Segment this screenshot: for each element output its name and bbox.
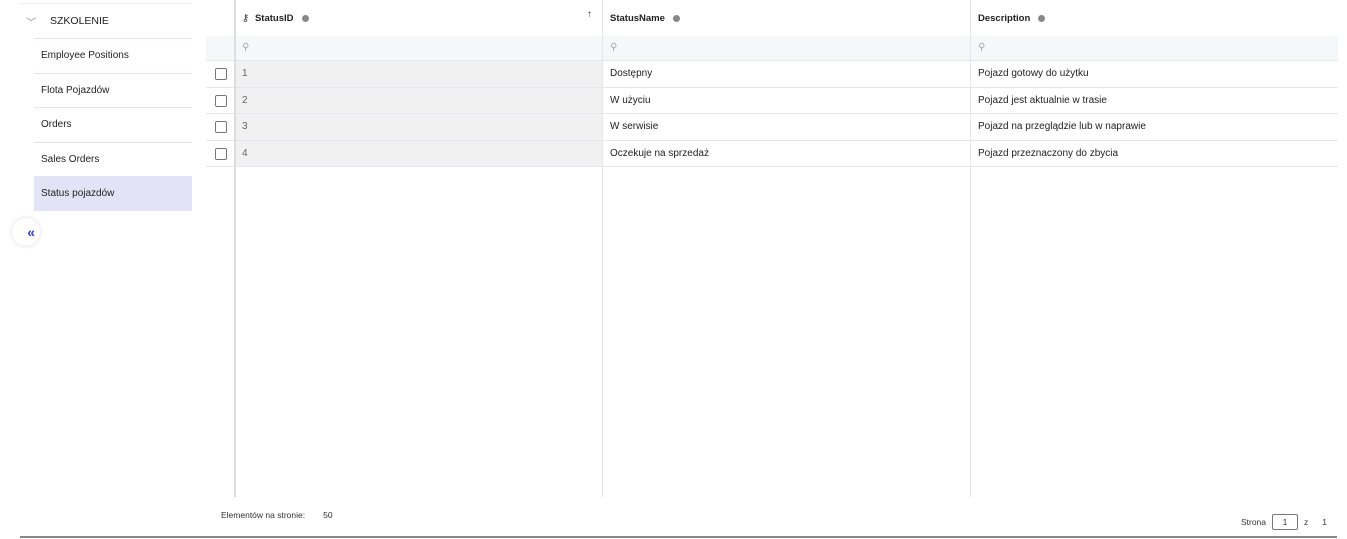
sidebar-item-status-pojazdow[interactable]: Status pojazdów [34, 176, 192, 211]
page-input[interactable]: 1 [1272, 514, 1299, 530]
page-size-select[interactable]: 50 [323, 510, 332, 520]
cell-statusname: Dostępny [610, 68, 653, 80]
cell-description: Pojazd gotowy do użytku [978, 68, 1089, 80]
column-header-statusid[interactable]: ⚷ StatusID ↑ [234, 0, 602, 36]
collapse-sidebar-button[interactable]: « [12, 218, 40, 246]
column-header-statusname[interactable]: StatusName [602, 0, 970, 36]
cell-statusname: Oczekuje na sprzedaż [610, 147, 709, 159]
cell-statusname: W serwisie [610, 121, 659, 133]
divider [602, 0, 603, 497]
row-checkbox[interactable] [215, 94, 227, 107]
group-label: SZKOLENIE [50, 15, 109, 27]
filter-row: ⚲ ⚲ ⚲ [206, 36, 1338, 61]
divider [20, 536, 1337, 538]
group-szkolenie[interactable]: ﹀ SZKOLENIE [20, 4, 192, 38]
sidebar-item-employee-positions[interactable]: Employee Positions [34, 38, 192, 73]
row-checkbox[interactable] [215, 147, 227, 160]
of-label: z [1304, 517, 1309, 527]
page-label: Strona [1240, 517, 1267, 527]
cell-statusid: 4 [234, 140, 602, 166]
cell-statusid: 1 [234, 61, 602, 87]
pagination: Strona 1 z 1 [1241, 514, 1327, 530]
sidebar-item-flota-pojazdow[interactable]: Flota Pojazdów [34, 72, 192, 108]
info-icon[interactable] [301, 14, 309, 22]
row-checkbox[interactable] [215, 68, 227, 80]
sidebar-item-orders[interactable]: Orders [34, 107, 192, 142]
page-size-label: Elementów na stronie: [221, 510, 306, 520]
row-checkbox[interactable] [215, 121, 227, 133]
key-icon: ⚷ [242, 12, 249, 24]
page-size: Elementów na stronie: 50 [221, 510, 333, 520]
sort-asc-icon[interactable]: ↑ [587, 9, 592, 20]
column-header-description[interactable]: Description [970, 0, 1338, 36]
cell-description: Pojazd na przeglądzie lub w naprawie [978, 121, 1146, 133]
table-row[interactable]: 3 W serwisie Pojazd na przeglądzie lub w… [206, 114, 1338, 141]
chevron-down-icon: ﹀ [26, 17, 36, 29]
header-label: StatusID [254, 12, 294, 24]
search-icon[interactable]: ⚲ [978, 42, 985, 53]
divider [970, 0, 971, 497]
header-label: StatusName [610, 12, 665, 24]
search-icon[interactable]: ⚲ [610, 42, 617, 53]
table-row[interactable]: 2 W użyciu Pojazd jest aktualnie w trasi… [206, 87, 1338, 114]
header-label: Description [978, 12, 1031, 24]
info-icon[interactable] [1038, 14, 1046, 22]
cell-statusid: 3 [234, 114, 602, 140]
search-icon[interactable]: ⚲ [242, 42, 249, 53]
double-chevron-left-icon: « [27, 224, 35, 240]
total-pages: 1 [1322, 517, 1327, 527]
cell-statusname: W użyciu [610, 94, 651, 106]
sidebar-item-sales-orders[interactable]: Sales Orders [34, 141, 192, 177]
info-icon[interactable] [672, 14, 680, 22]
table-row[interactable]: 1 Dostępny Pojazd gotowy do użytku [206, 61, 1338, 88]
data-grid: ⚲ ⚲ ⚲ ⚷ StatusID ↑ StatusName Descriptio… [206, 0, 1338, 497]
cell-description: Pojazd przeznaczony do zbycia [978, 147, 1119, 159]
divider [234, 0, 236, 497]
table-row[interactable]: 4 Oczekuje na sprzedaż Pojazd przeznaczo… [206, 140, 1338, 167]
sidebar: ﹀ SZKOLENIE Employee Positions Flota Poja… [12, 0, 192, 246]
cell-description: Pojazd jest aktualnie w trasie [978, 94, 1107, 106]
cell-statusid: 2 [234, 87, 602, 113]
